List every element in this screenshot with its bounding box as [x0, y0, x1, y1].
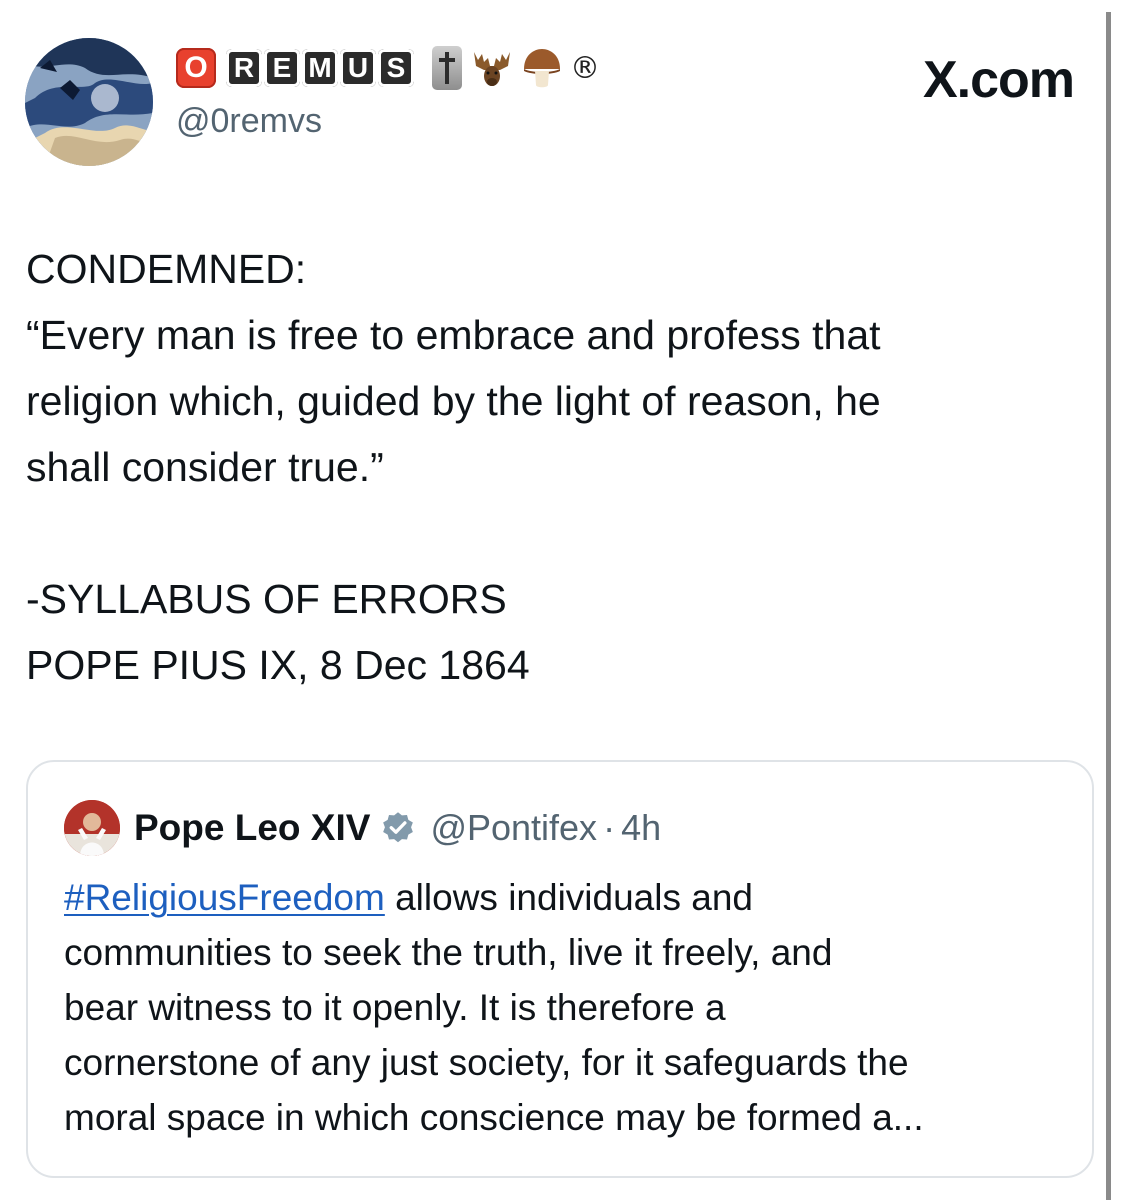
tweet-quote: “Every man is free to embrace and profes… — [26, 312, 881, 490]
tweet-source-title: -SYLLABUS OF ERRORS — [26, 576, 507, 622]
quoted-text-line: communities to seek the truth, live it f… — [64, 932, 833, 973]
meta-separator: · — [603, 807, 616, 848]
cross-icon — [432, 46, 462, 90]
verified-badge-icon — [383, 812, 414, 843]
quoted-author-name[interactable]: Pope Leo XIV — [134, 807, 370, 849]
quoted-text-line: moral space in which conscience may be f… — [64, 1097, 924, 1138]
registered-mark: ® — [570, 50, 600, 86]
name-letter: R — [226, 49, 262, 87]
tweet-line-condemned: CONDEMNED: — [26, 246, 307, 292]
quoted-text-line: #ReligiousFreedom allows individuals and — [64, 870, 1074, 925]
name-badge-o: O — [176, 48, 216, 88]
author-display-name[interactable]: O R E M U S ® — [176, 44, 600, 92]
quoted-text-line: bear witness to it openly. It is therefo… — [64, 987, 726, 1028]
moose-icon — [474, 52, 510, 86]
quoted-author-handle[interactable]: @Pontifex — [430, 807, 597, 849]
scrollbar-edge[interactable] — [1106, 12, 1111, 1200]
hashtag-link[interactable]: #ReligiousFreedom — [64, 877, 385, 918]
name-emoji-group: ® — [432, 46, 600, 90]
quoted-tweet-text: #ReligiousFreedom allows individuals and… — [64, 870, 1074, 1145]
quoted-tweet-card[interactable]: Pope Leo XIV @Pontifex · 4h #ReligiousFr… — [26, 760, 1094, 1178]
quoted-text-segment: allows individuals and — [384, 877, 753, 918]
name-letter: U — [340, 49, 376, 87]
quoted-tweet-timestamp[interactable]: 4h — [621, 807, 661, 849]
tweet-text: CONDEMNED: “Every man is free to embrace… — [26, 236, 1086, 698]
avatar-sky-image — [25, 38, 153, 166]
tweet-spacer — [26, 500, 1086, 566]
author-avatar[interactable] — [25, 38, 153, 166]
author-handle[interactable]: @0remvs — [176, 102, 322, 141]
quoted-text-line: cornerstone of any just society, for it … — [64, 1042, 909, 1083]
name-letter: E — [264, 49, 300, 87]
quoted-author-avatar[interactable] — [64, 800, 120, 856]
name-letter: M — [302, 49, 338, 87]
quoted-tweet-header: Pope Leo XIV @Pontifex · 4h — [64, 798, 661, 858]
site-label: X.com — [922, 51, 1075, 109]
mushroom-icon — [524, 49, 560, 88]
tweet-source-author: POPE PIUS IX, 8 Dec 1864 — [26, 642, 530, 688]
pope-avatar-image — [64, 800, 120, 856]
name-letter: S — [378, 49, 414, 87]
name-letter-group: R E M U S — [226, 49, 414, 87]
